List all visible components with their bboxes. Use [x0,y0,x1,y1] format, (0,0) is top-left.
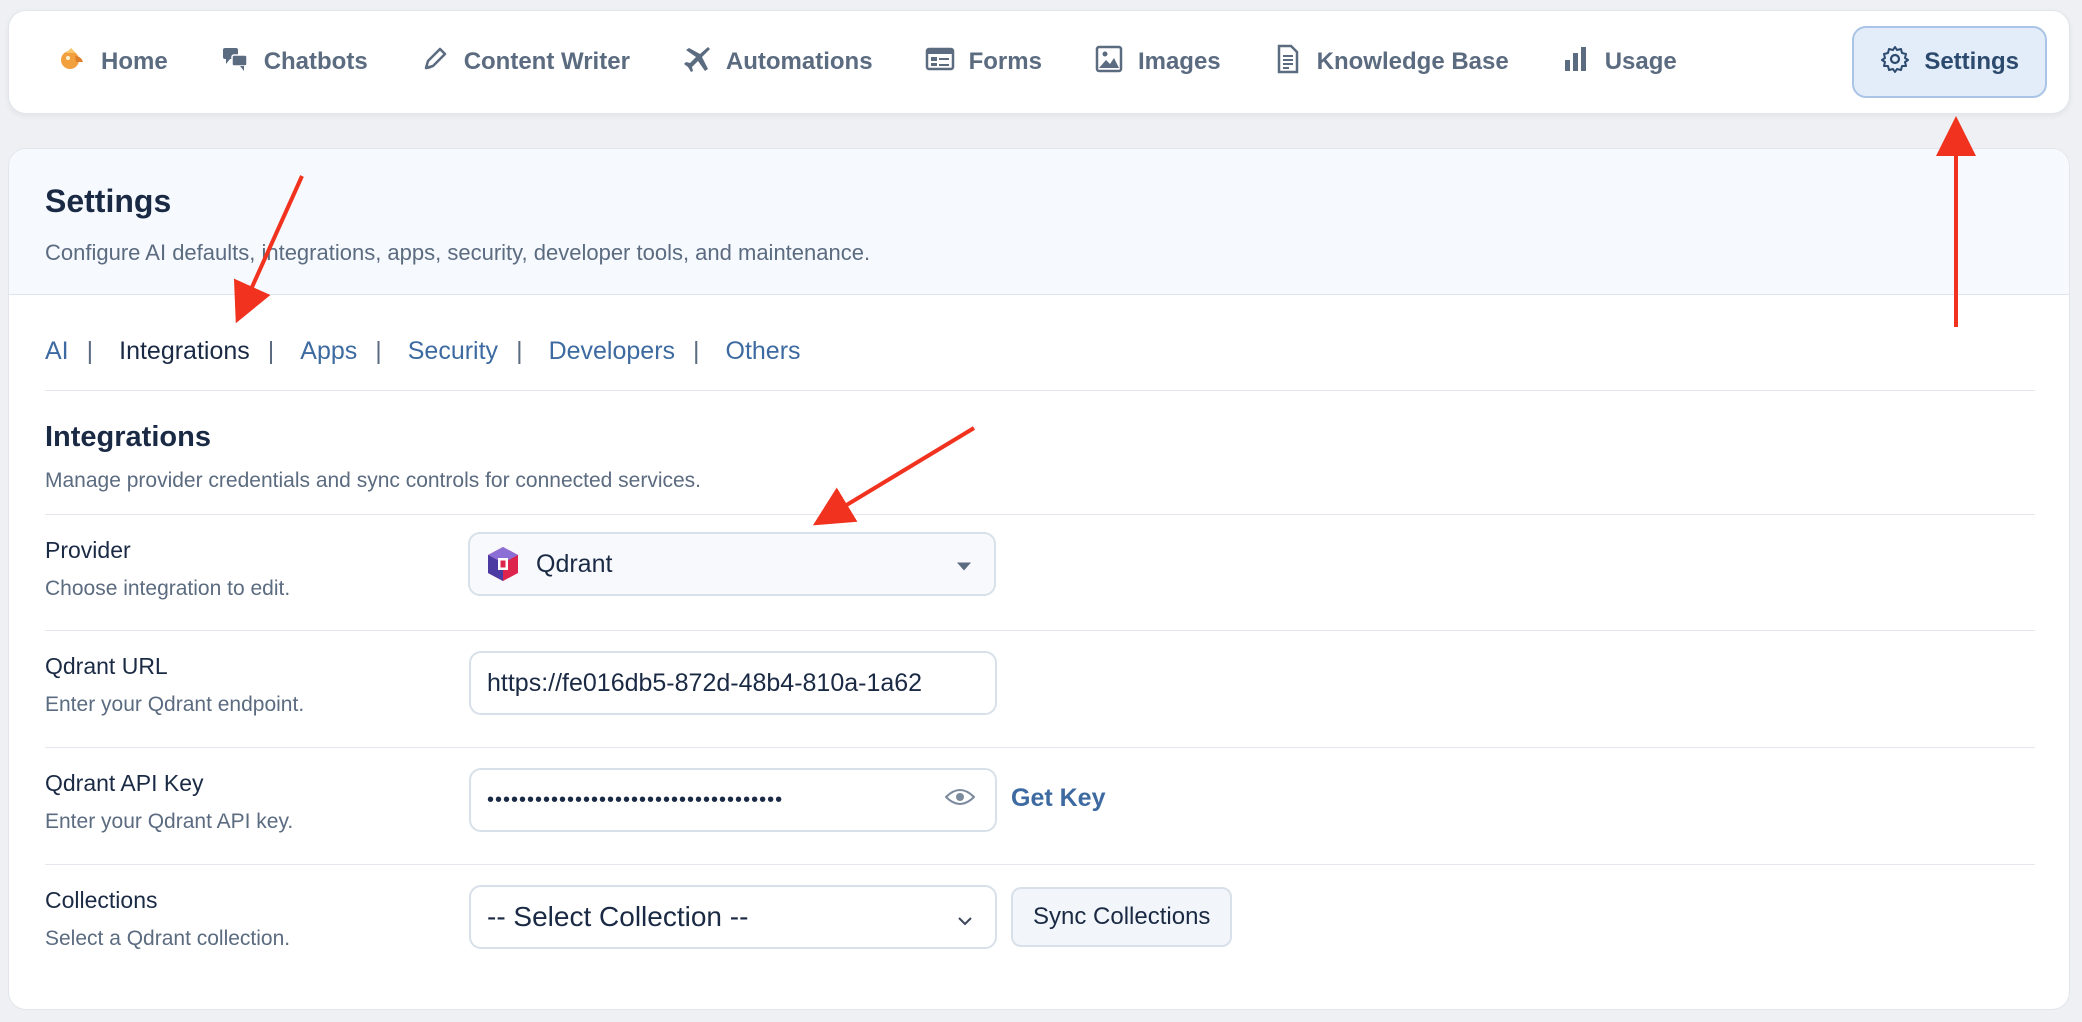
nav-automations-label: Automations [725,48,873,75]
page-subtitle: Configure AI defaults, integrations, app… [45,240,871,265]
provider-select[interactable]: Qdrant [468,532,996,596]
tab-integrations[interactable]: Integrations [119,337,250,366]
tab-developers[interactable]: Developers [549,337,675,366]
nav-images-label: Images [1137,48,1221,75]
nav-content-writer[interactable]: Content Writer [394,26,656,98]
nav-forms-label: Forms [968,48,1042,75]
sync-collections-button[interactable]: Sync Collections [1011,887,1233,947]
nav-chatbots[interactable]: Chatbots [194,26,394,98]
nav-knowledge-base[interactable]: Knowledge Base [1247,26,1535,98]
nav-chatbots-label: Chatbots [263,48,368,75]
qdrant-logo-icon [486,546,520,582]
nav-home[interactable]: Home [31,26,194,98]
api-key-value: ••••••••••••••••••••••••••••••••••••• [487,788,784,811]
get-key-link[interactable]: Get Key [1011,784,1105,813]
nav-usage-label: Usage [1604,48,1677,75]
nav-forms[interactable]: Forms [899,26,1068,98]
tab-separator: | [693,337,700,365]
tab-security[interactable]: Security [408,337,498,366]
api-key-label: Qdrant API Key [45,770,204,796]
gear-icon [1880,44,1910,81]
home-icon [57,44,87,81]
caret-down-icon [956,550,972,579]
collection-select[interactable]: -- Select Collection -- [469,885,997,949]
provider-row: Provider Choose integration to edit. Qdr… [45,514,2035,630]
url-label: Qdrant URL [45,653,168,679]
nav-settings-label: Settings [1924,48,2019,75]
url-row: Qdrant URL Enter your Qdrant endpoint. [45,630,2035,747]
image-icon [1094,44,1124,81]
top-navigation: Home Chatbots Content Writer Automations… [8,10,2070,114]
provider-value: Qdrant [536,549,613,578]
url-field[interactable] [469,651,997,715]
provider-hint: Choose integration to edit. [45,577,291,600]
document-icon [1273,44,1303,81]
nav-settings[interactable]: Settings [1852,26,2047,98]
collections-label: Collections [45,887,158,913]
eye-icon[interactable] [944,787,976,813]
nav-automations[interactable]: Automations [656,26,899,98]
settings-tabs: AI | Integrations | Apps | Security | De… [45,337,2035,391]
collection-value: -- Select Collection -- [487,901,749,932]
nav-usage[interactable]: Usage [1535,26,1703,98]
provider-label: Provider [45,537,131,563]
nav-content-writer-label: Content Writer [463,48,630,75]
bar-chart-icon [1561,44,1591,81]
url-hint: Enter your Qdrant endpoint. [45,693,305,716]
tab-separator: | [86,337,94,365]
tab-others[interactable]: Others [726,337,801,366]
section-title: Integrations [45,421,211,453]
api-key-field[interactable]: ••••••••••••••••••••••••••••••••••••• [469,768,997,832]
tab-separator: | [267,337,275,365]
nav-images[interactable]: Images [1068,26,1247,98]
nav-knowledge-base-label: Knowledge Base [1316,48,1509,75]
tab-apps[interactable]: Apps [300,337,357,366]
api-key-hint: Enter your Qdrant API key. [45,810,294,833]
page-title: Settings [45,183,172,219]
tab-separator: | [375,337,382,365]
settings-panel: Settings Configure AI defaults, integrat… [8,148,2070,1010]
form-icon [925,44,955,81]
airplane-icon [682,44,712,81]
api-key-row: Qdrant API Key Enter your Qdrant API key… [45,747,2035,864]
chat-bubbles-icon [220,44,250,81]
collections-row: Collections Select a Qdrant collection. … [45,864,2035,984]
pencil-icon [420,44,450,81]
chevron-down-icon [957,901,973,933]
collections-hint: Select a Qdrant collection. [45,927,291,950]
tab-ai[interactable]: AI [45,337,69,366]
section-subtitle: Manage provider credentials and sync con… [45,469,702,492]
settings-header: Settings Configure AI defaults, integrat… [9,149,2069,295]
nav-home-label: Home [101,48,168,75]
tab-separator: | [516,337,523,365]
url-input[interactable] [487,668,979,698]
